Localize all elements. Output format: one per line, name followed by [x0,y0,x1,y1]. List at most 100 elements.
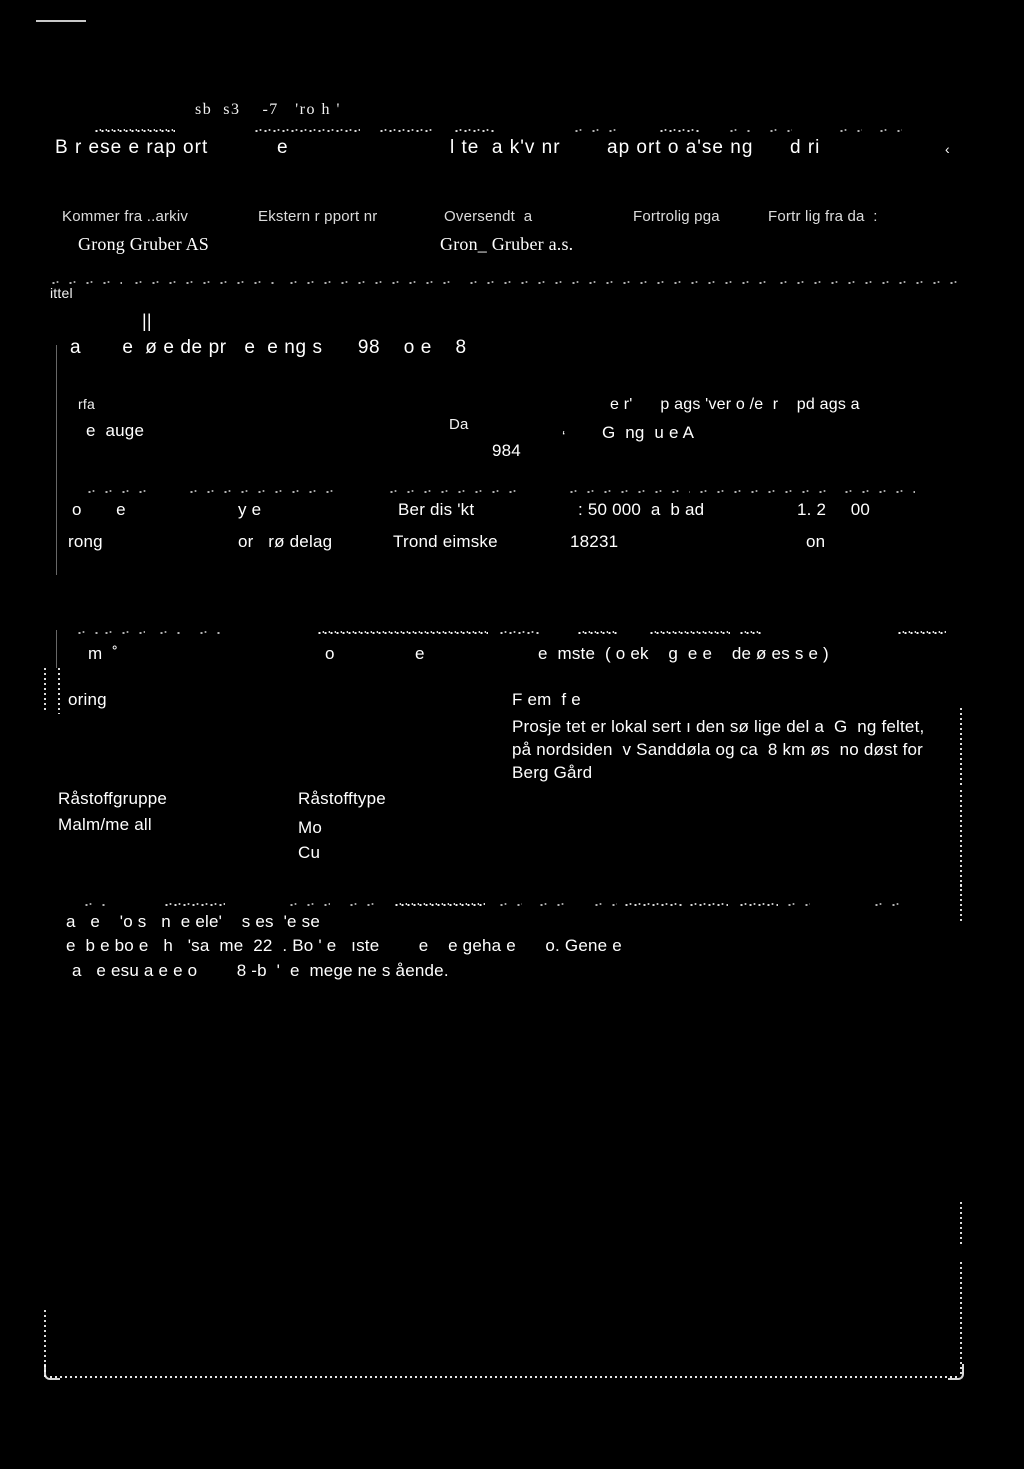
geo-row-speckle-b [190,487,340,494]
fag-row-speckle-g [578,628,618,635]
rastoffgruppe-value: Malm/me all [58,815,152,834]
map-250000-label: 1. 2 00 [797,500,871,519]
summary-speckle-c [290,900,330,907]
summary-speckle-l [788,900,810,907]
title-row-speckle-b [135,278,275,285]
description-right-dotted-rule [960,708,962,788]
map-50000-value: 18231 [570,532,619,551]
project-description-line-2: på nordsiden v Sanddøla og ca 8 km øs no… [512,740,924,759]
header-row-speckle-g [730,126,750,133]
fag-row-speckle-h [650,628,730,635]
summary-label: a e 'o s n e ele' s es 'e se [66,912,320,931]
header-row-speckle-d [455,126,495,133]
sent-from-value: Gron_ Gruber a.s. [440,234,574,254]
fagomrade-value-left: oring [68,690,107,709]
fag-row-speckle-f [500,628,540,635]
title-label: ittel [50,285,73,301]
summary-speckle-d [350,900,380,907]
sheet-border-right-lower [960,1262,962,1374]
form-left-rule [56,345,57,575]
author-value: e auge [86,421,145,440]
fagomrade-label-mid-b: e [415,644,425,663]
geo-row-speckle-c [390,487,520,494]
title-row-speckle-f [780,278,960,285]
date-value: 984 [492,441,521,460]
fylke-label: y e [238,500,262,519]
kommune-value: rong [68,532,103,551]
geo-row-speckle-d [570,487,690,494]
summary-speckle-b [165,900,225,907]
external-report-number-label: Ekstern r pport nr [258,208,378,225]
map-50000-label: : 50 000 a b ad [578,500,705,519]
from-archive-label: Kommer fra ..arkiv [62,208,189,225]
summary-speckle-f [500,900,522,907]
project-description-line-1: Prosje tet er lokal sert ı den sø lige d… [512,717,925,736]
date-label: Da [449,416,469,433]
rastoff-right-dotted-rule [960,790,962,890]
header-row-speckle-h [770,126,792,133]
sheet-border-bottom-right-corner [948,1364,964,1380]
header-row-speckle-f [660,126,700,133]
fag-left-dotted-rule-2 [58,668,60,714]
scanned-page: sb s3 -7 'ro h ' B r ese e rap ort e l t… [0,0,1024,1469]
title-row-speckle-d [470,278,630,285]
geo-row-speckle-e [700,487,830,494]
sent-from-label: Oversendt a [444,208,533,225]
report-title-value: a e ø e de pr e e ng s 98 o e 8 [70,337,467,358]
header-row-speckle-e [575,126,617,133]
header-row-speckle-a [95,126,175,133]
from-archive-value: Grong Gruber AS [78,234,209,254]
header-row-speckle-i [840,126,862,133]
sheet-border-right-upper [960,1202,962,1244]
rastofftype-value-mo: Mo [298,818,323,837]
title-row-speckle-e [640,278,770,285]
geo-row-speckle-f [845,487,915,494]
confidential-from-date-label: Fortr lig fra da : [768,208,878,225]
map-250000-value: on [806,532,826,551]
fagomrade-label: m ˚ [88,644,119,663]
geo-row-speckle-a [88,487,148,494]
header-row-trailing-mark: ‹ [945,141,950,157]
title-row-speckle-a [52,278,122,285]
report-location-label: ap ort o a'se ng [607,137,754,158]
kommune-label: o e [72,500,126,519]
title-vertical-mark: || [142,311,152,331]
fag-row-speckle-i [740,628,762,635]
company-tick-mark: ‘ [562,428,566,445]
fag-row-speckle-a [78,628,98,635]
fylke-value: or rø delag [238,532,333,551]
company-label: e r' p ags 'ver o /e r pd ags a [610,396,860,413]
grading-label: d ri [790,137,821,158]
archive-stamp: sb s3 -7 'ro h ' [195,101,341,118]
project-description-line-3: Berg Gård [512,763,593,782]
report-number-label: B r ese e rap ort [55,137,209,158]
company-value: G ng u e A [602,423,695,442]
fag-row-speckle-e [318,628,488,635]
fagomrade-value-right-first: F em f e [512,690,581,709]
summary-speckle-g [540,900,570,907]
summary-right-dotted-rule [960,884,962,922]
author-label: rfa [78,396,95,412]
fag-row-speckle-d [200,628,220,635]
fag-left-rule [56,630,57,668]
confidential-reason-label: Fortrolig pga [633,208,720,225]
fagomrade-label-mid-a: o [325,644,335,663]
summary-speckle-k [740,900,778,907]
archive-number-label: l te a k'v nr [450,137,561,158]
top-left-rule [36,20,86,22]
fag-left-dotted-rule [44,668,46,712]
bergdistrikt-value: Trond eimske [393,532,498,551]
fagomrade-label-right: e mste ( o ek g e e de ø es s e ) [538,644,829,663]
summary-speckle-a [85,900,105,907]
header-row-speckle-c [380,126,432,133]
summary-speckle-h [595,900,617,907]
summary-speckle-m [875,900,905,907]
sheet-border-bottom [50,1376,960,1378]
sheet-border-bottom-left-corner [44,1364,60,1380]
rastofftype-value-cu: Cu [298,843,321,862]
summary-speckle-j [690,900,728,907]
summary-line-2: a e esu a e e o 8 -b ' e mege ne s ående… [72,961,449,980]
report-number-value: e [277,137,288,158]
rastoffgruppe-label: Råstoffgruppe [58,789,168,808]
title-row-speckle-c [290,278,460,285]
